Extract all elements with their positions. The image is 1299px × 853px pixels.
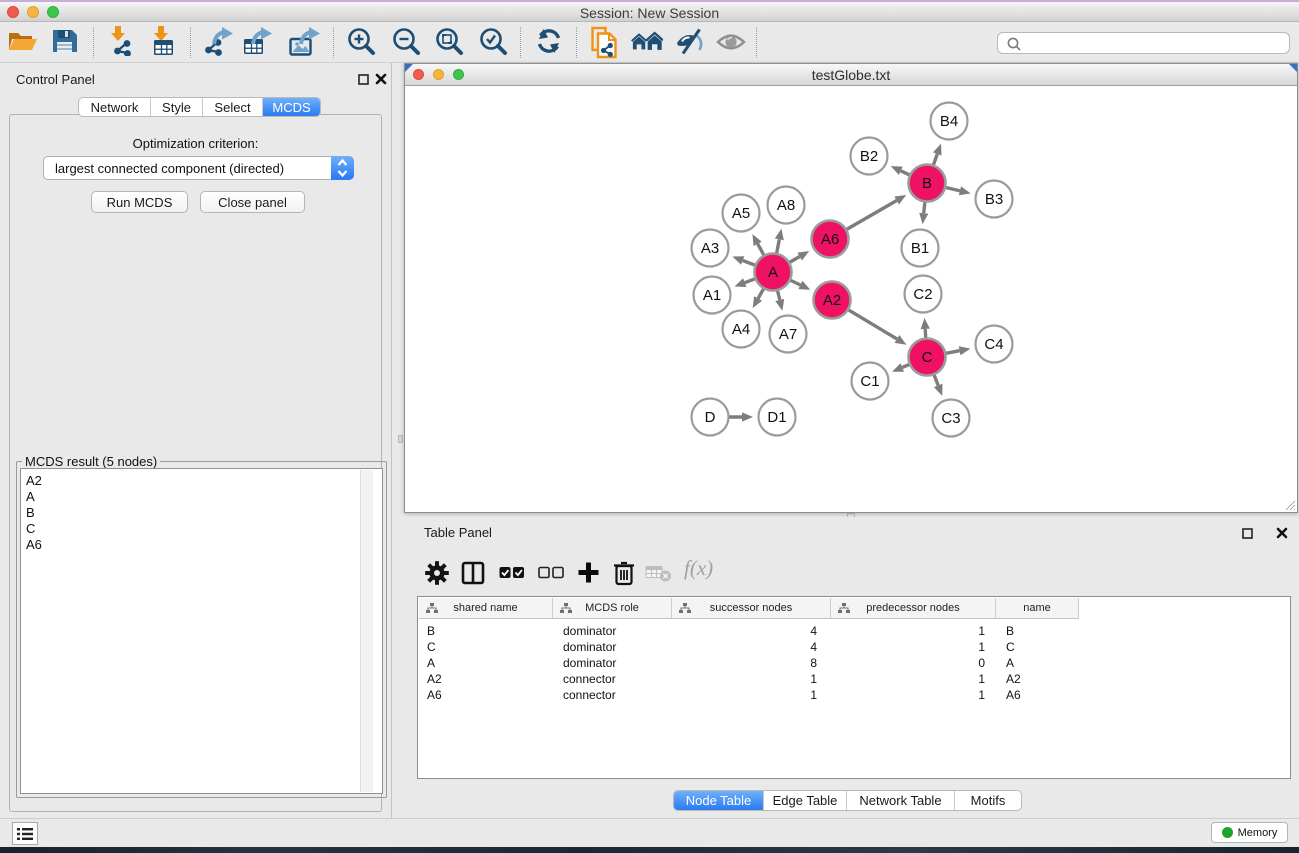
svg-text:A6: A6 [821, 231, 839, 248]
svg-text:C1: C1 [860, 373, 879, 390]
svg-text:A8: A8 [777, 197, 795, 214]
svg-text:C2: C2 [913, 286, 932, 303]
svg-text:B3: B3 [985, 191, 1003, 208]
svg-text:B4: B4 [940, 113, 958, 130]
svg-text:A3: A3 [701, 240, 719, 257]
svg-text:C: C [922, 349, 933, 366]
svg-text:A: A [768, 264, 778, 281]
svg-text:A4: A4 [732, 321, 750, 338]
svg-text:C4: C4 [984, 336, 1003, 353]
svg-text:B1: B1 [911, 240, 929, 257]
svg-text:A7: A7 [779, 326, 797, 343]
svg-text:D: D [705, 409, 716, 426]
svg-text:A1: A1 [703, 287, 721, 304]
svg-text:A2: A2 [823, 292, 841, 309]
svg-text:D1: D1 [767, 409, 786, 426]
svg-text:B2: B2 [860, 148, 878, 165]
svg-text:C3: C3 [941, 410, 960, 427]
svg-text:A5: A5 [732, 205, 750, 222]
svg-text:B: B [922, 175, 932, 192]
